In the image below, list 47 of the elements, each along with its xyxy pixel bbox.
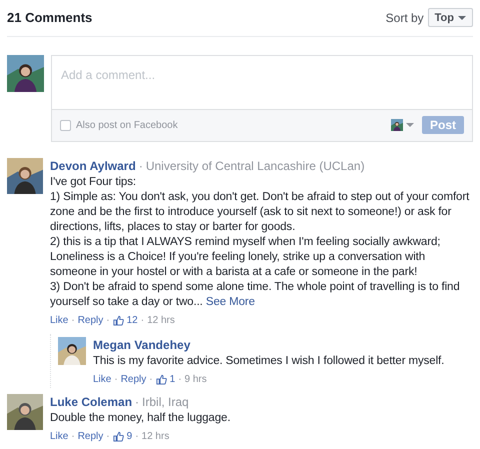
comment-text: This is my favorite advice. Sometimes I wish I followed it better myself. — [93, 354, 446, 368]
timestamp: 9 hrs — [184, 374, 207, 386]
author-link[interactable]: Devon Aylward — [50, 158, 136, 172]
comment-text: I've got Four tips: — [50, 174, 137, 190]
author-affiliation: University of Central Lancashire (UCLan) — [146, 158, 365, 172]
separator-dot: · — [178, 374, 182, 386]
comment-text: Double the money, half the luggage. — [50, 410, 232, 426]
reply-link[interactable]: Reply — [78, 430, 104, 442]
thumbs-up-icon — [112, 431, 124, 442]
separator-dot: · — [106, 314, 110, 326]
like-link[interactable]: Like — [50, 314, 68, 326]
comments-count: 21 Comments — [7, 9, 92, 27]
separator-dot: · — [106, 430, 110, 442]
separator-dot: · — [134, 394, 140, 408]
comment-input[interactable]: Add a comment... — [51, 54, 473, 110]
thumbs-up-icon — [112, 315, 124, 326]
separator-dot: · — [149, 374, 153, 386]
reply-link[interactable]: Reply — [78, 314, 104, 326]
comment-text: 2) this is a tip that I ALWAYS remind myself when I'm feeling socially awkward; Loneliness is a Choice! If you're feeling lonely, strike up a conversation with someone in your hostel or with a barista at a cafe or someone in the park! — [50, 234, 442, 280]
separator-dot: · — [71, 430, 75, 442]
sort-dropdown[interactable]: Top — [428, 8, 473, 28]
checkbox[interactable] — [60, 120, 71, 130]
checkbox-label: Also post on Facebook — [76, 118, 178, 132]
separator-dot: · — [140, 314, 144, 326]
reply-link[interactable]: Reply — [120, 374, 146, 386]
author-link[interactable]: Megan Vandehey — [93, 338, 190, 352]
separator-dot: · — [71, 314, 75, 326]
like-link[interactable]: Like — [50, 430, 68, 442]
timestamp: 12 hrs — [147, 314, 175, 326]
separator-dot: · — [114, 374, 118, 386]
like-link[interactable]: Like — [93, 374, 112, 386]
comment-text: 3) Don't be afraid to spend some alone time. The whole point of travelling is to find yourself so take a day or two... See More — [50, 280, 461, 310]
author-link[interactable]: Luke Coleman — [50, 394, 132, 408]
like-count[interactable]: 1 — [170, 374, 176, 386]
identity-selector[interactable] — [390, 119, 414, 131]
like-count[interactable]: 12 — [126, 314, 138, 326]
caret-icon — [458, 16, 466, 20]
thumbs-up-icon — [156, 374, 167, 385]
separator-dot: · — [135, 430, 139, 442]
separator-dot: · — [138, 158, 144, 172]
timestamp: 12 hrs — [142, 430, 170, 442]
like-count[interactable]: 9 — [126, 430, 132, 442]
see-more-link[interactable]: See More — [206, 296, 255, 308]
caret-icon — [406, 123, 414, 127]
comment-text: 1) Simple as: You don't ask, you don't get. Don't be afraid to step out of your comfort zone and be the first to introduce yourself (ask to sit next to someone!) or ask for directions, lifts, places to stay or barter for goods. — [50, 190, 470, 234]
author-affiliation: Irbil, Iraq — [142, 394, 189, 408]
sort-label: Sort by — [386, 10, 424, 27]
